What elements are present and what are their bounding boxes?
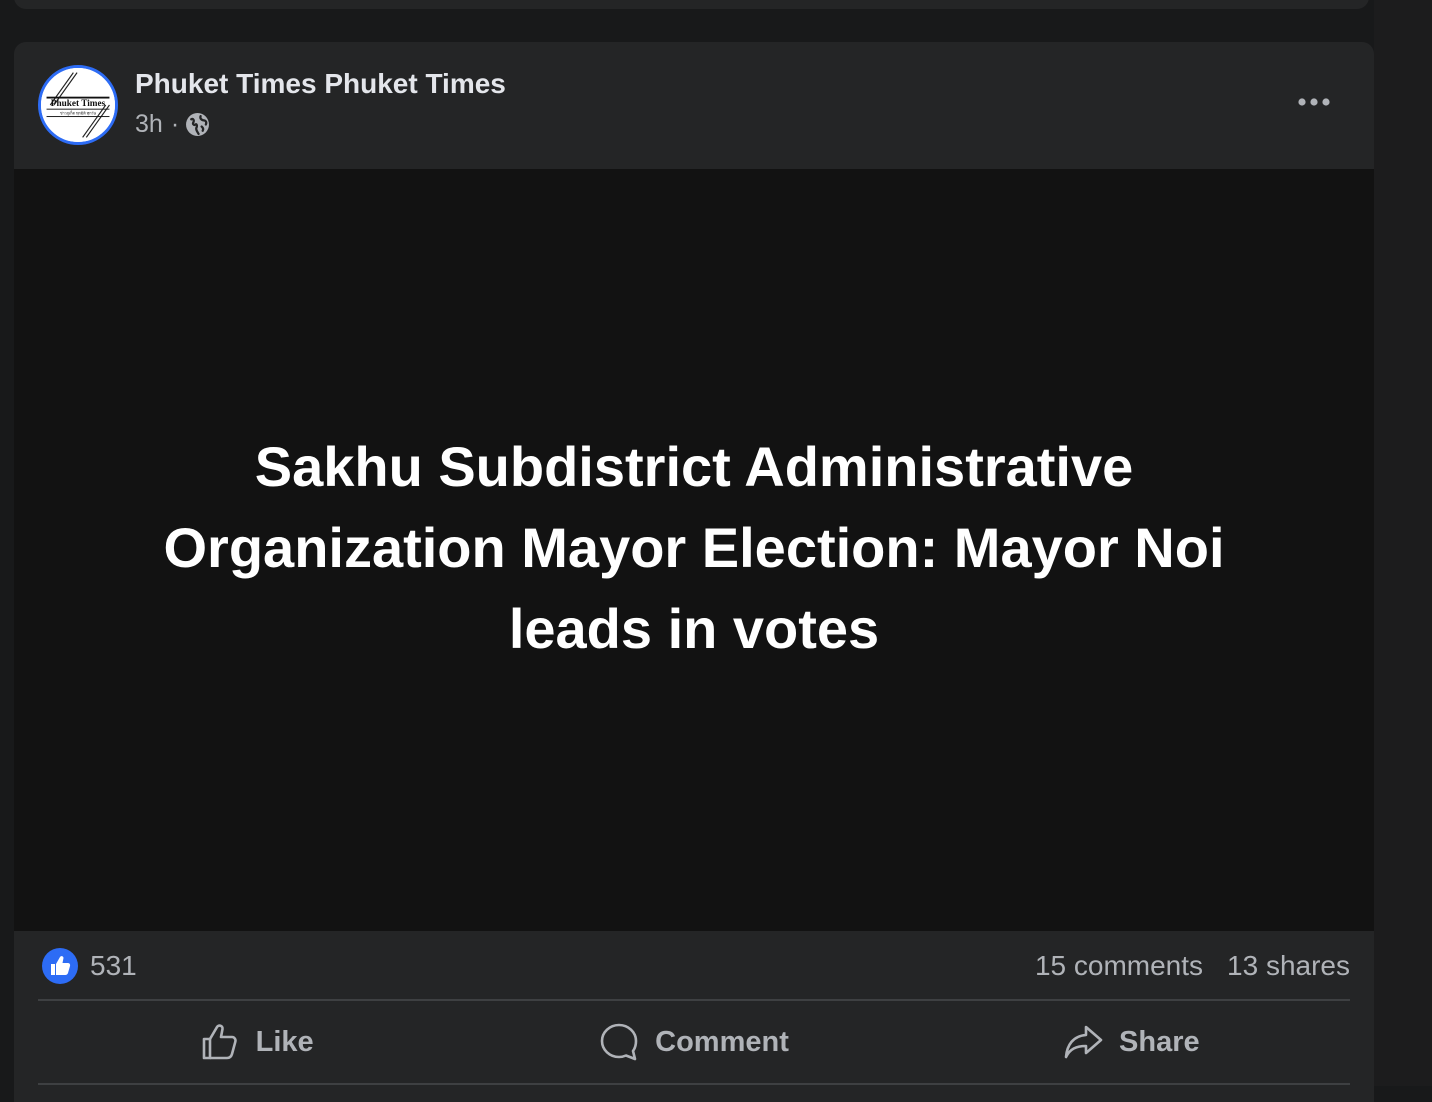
post-headline: Sakhu Subdistrict Administrative Organiz… <box>163 435 1225 660</box>
share-arrow-icon <box>1064 1025 1103 1059</box>
phuket-times-logo-icon: Phuket Times ข่าวภูเก็ต ทุกมิติ ทุกวัน <box>41 68 115 142</box>
post-time[interactable]: 3h <box>135 110 163 139</box>
post-meta: 3h · <box>135 110 210 139</box>
reaction-count[interactable]: 531 <box>90 950 137 982</box>
share-button[interactable]: Share <box>913 1001 1350 1083</box>
avatar-logo-text: Phuket Times <box>51 99 106 109</box>
post-actions: Like Comment Share <box>38 1001 1350 1085</box>
shares-count[interactable]: 13 shares <box>1227 950 1350 982</box>
right-gutter <box>1374 0 1432 1086</box>
like-label: Like <box>255 1025 314 1058</box>
meta-separator: · <box>170 110 180 138</box>
author-name[interactable]: Phuket Times Phuket Times <box>135 68 506 100</box>
post-options-button[interactable] <box>1294 82 1334 122</box>
like-reaction-icon[interactable] <box>42 948 78 984</box>
thumbs-up-icon <box>202 1024 237 1060</box>
more-horizontal-icon <box>1298 98 1330 106</box>
like-button[interactable]: Like <box>38 1001 475 1083</box>
comment-button[interactable]: Comment <box>475 1001 912 1083</box>
previous-post-card <box>14 0 1369 9</box>
post-media[interactable]: Sakhu Subdistrict Administrative Organiz… <box>14 169 1374 931</box>
globe-icon <box>186 113 210 136</box>
page-avatar[interactable]: Phuket Times ข่าวภูเก็ต ทุกมิติ ทุกวัน <box>38 65 118 145</box>
comments-count[interactable]: 15 comments <box>1035 950 1203 982</box>
post-header: Phuket Times ข่าวภูเก็ต ทุกมิติ ทุกวัน P… <box>14 42 1374 169</box>
comment-bubble-icon <box>600 1023 638 1061</box>
engagement-counts: 15 comments 13 shares <box>1035 950 1350 982</box>
comment-label: Comment <box>655 1025 789 1058</box>
post-card: Phuket Times ข่าวภูเก็ต ทุกมิติ ทุกวัน P… <box>14 42 1374 1102</box>
share-label: Share <box>1119 1025 1200 1058</box>
reactions-summary: 531 15 comments 13 shares <box>38 931 1350 1001</box>
